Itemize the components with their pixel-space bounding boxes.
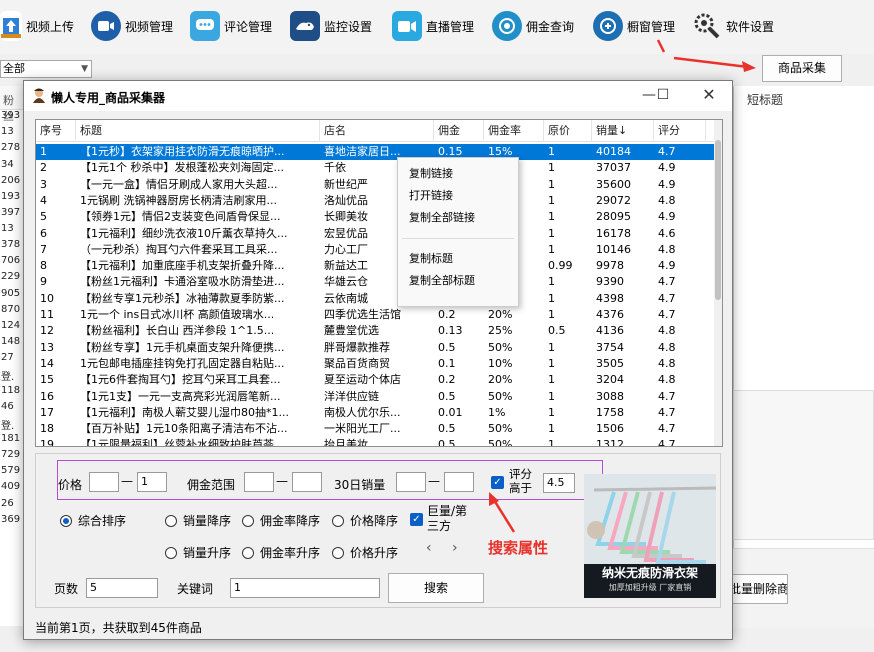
arrow-head bbox=[742, 61, 756, 72]
arrow-to-search-filters bbox=[492, 499, 516, 533]
arrow-to-collect-button bbox=[673, 56, 749, 69]
arrow-to-showcase bbox=[656, 39, 666, 53]
annotation-arrows bbox=[489, 39, 756, 533]
search-attributes-annotation: 搜索属性 bbox=[488, 539, 549, 557]
